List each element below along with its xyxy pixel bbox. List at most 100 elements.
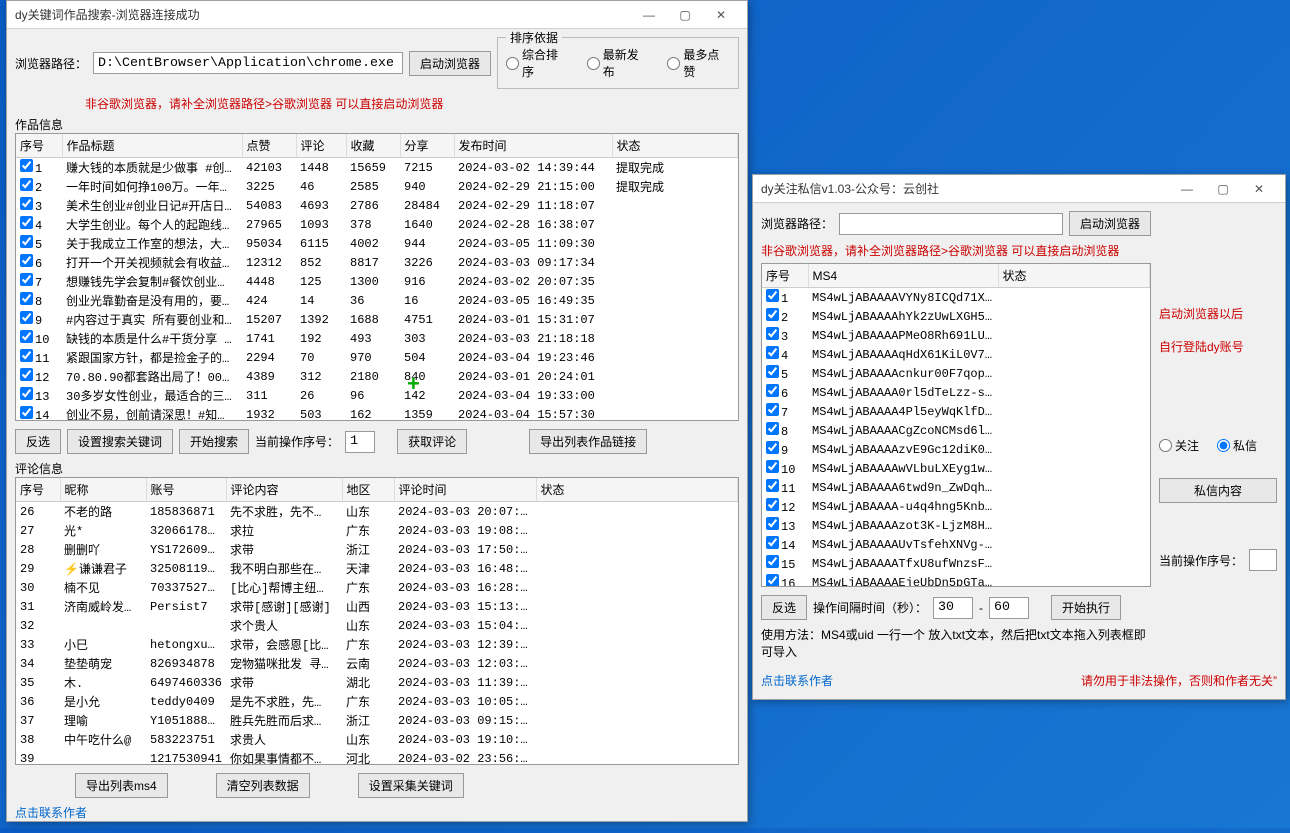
interval-max-input[interactable] [989,597,1029,619]
row-checkbox[interactable] [20,235,33,248]
table-row[interactable]: 8MS4wLjABAAAACgZcoNCMsd6lm… [762,421,1150,440]
minimize-button[interactable]: — [631,3,667,27]
row-checkbox[interactable] [20,254,33,267]
launch-browser-button[interactable]: 启动浏览器 [1069,211,1151,236]
interval-min-input[interactable] [933,597,973,619]
table-row[interactable]: 4MS4wLjABAAAAqHdX61KiL0V7LE… [762,345,1150,364]
row-checkbox[interactable] [766,365,779,378]
sort-comprehensive[interactable]: 综合排序 [506,46,569,80]
table-row[interactable]: 33小巳hetongxu…求带，会感恩[比心]广东2024-03-03 12:3… [16,635,738,654]
row-checkbox[interactable] [20,311,33,324]
col-header[interactable]: 评论内容 [226,478,342,502]
row-checkbox[interactable] [766,346,779,359]
row-checkbox[interactable] [766,555,779,568]
col-header[interactable]: 地区 [342,478,394,502]
current-op-input[interactable] [1249,549,1277,571]
col-header[interactable]: 序号 [762,264,808,288]
table-row[interactable]: 9#内容过于真实 所有要创业和…152071392168847512024-03… [16,310,738,329]
export-links-button[interactable]: 导出列表作品链接 [529,429,647,454]
table-row[interactable]: 12MS4wLjABAAAA-u4q4hng5Knb2h… [762,497,1150,516]
table-row[interactable]: 2一年时间如何挣100万。一年…32254625859402024-02-29 … [16,177,738,196]
col-header[interactable]: 评论 [296,134,346,158]
table-row[interactable]: 8创业光靠勤奋是没有用的，要…4241436162024-03-05 16:49… [16,291,738,310]
col-header[interactable]: 状态 [998,264,1150,288]
table-row[interactable]: 13MS4wLjABAAAAzot3K-LjzM8H_P… [762,516,1150,535]
row-checkbox[interactable] [766,517,779,530]
col-header[interactable]: 昵称 [60,478,146,502]
row-checkbox[interactable] [766,403,779,416]
row-checkbox[interactable] [20,216,33,229]
table-row[interactable]: 1270.80.90都套路出局了！00后…438931221808402024-… [16,367,738,386]
sort-newest[interactable]: 最新发布 [587,46,650,80]
ms4-table[interactable]: 序号MS4状态 1MS4wLjABAAAAVYNy8ICQd71X-n…2MS4… [761,263,1151,587]
table-row[interactable]: 6打开一个开关视频就会有收益…12312852881732262024-03-0… [16,253,738,272]
col-header[interactable]: 评论时间 [394,478,536,502]
table-row[interactable]: 11MS4wLjABAAAA6twd9n_ZwDqhij… [762,478,1150,497]
row-checkbox[interactable] [20,387,33,400]
row-checkbox[interactable] [766,441,779,454]
table-row[interactable]: 14创业不易，创前请深思！#知…193250316213592024-03-04… [16,405,738,421]
launch-browser-button[interactable]: 启动浏览器 [409,51,491,76]
col-header[interactable]: 发布时间 [454,134,612,158]
comments-table[interactable]: 序号昵称账号评论内容地区评论时间状态 26不老的路185836871先不求胜，先… [15,477,739,765]
col-header[interactable]: 状态 [612,134,738,158]
table-row[interactable]: 1赚大钱的本质就是少做事 #创…4210314481565972152024-0… [16,158,738,178]
table-row[interactable]: 4大学生创业。每个人的起跑线…27965109337816402024-02-2… [16,215,738,234]
set-collect-keyword-button[interactable]: 设置采集关键词 [358,773,464,798]
contact-author-link[interactable]: 点击联系作者 [15,804,739,821]
row-checkbox[interactable] [766,460,779,473]
table-row[interactable]: 15MS4wLjABAAAATfxU8ufWnzsFbe… [762,554,1150,573]
browser-path-input[interactable] [839,213,1063,235]
table-row[interactable]: 27光*32066178464求拉广东2024-03-03 19:08:30 [16,521,738,540]
table-row[interactable]: 10缺钱的本质是什么#干货分享 …17411924933032024-03-03… [16,329,738,348]
dm-content-button[interactable]: 私信内容 [1159,478,1277,503]
table-row[interactable]: 36是小允teddy0409是先不求胜，先…广东2024-03-03 10:05… [16,692,738,711]
col-header[interactable]: 点赞 [242,134,296,158]
row-checkbox[interactable] [766,479,779,492]
table-row[interactable]: 391217530941你如果事情都不…河北2024-03-02 23:56:2… [16,749,738,765]
table-row[interactable]: 3美术生创业#创业日记#开店日…5408346932786284842024-0… [16,196,738,215]
table-row[interactable]: 37理喻Y1051888327胜兵先胜而后求…浙江2024-03-03 09:1… [16,711,738,730]
table-row[interactable]: 9MS4wLjABAAAAzvE9Gc12diK00x… [762,440,1150,459]
col-header[interactable]: 分享 [400,134,454,158]
row-checkbox[interactable] [20,273,33,286]
table-row[interactable]: 38中午吃什么@583223751求贵人山东2024-03-03 19:10:0… [16,730,738,749]
col-header[interactable]: 状态 [536,478,738,502]
minimize-button[interactable]: — [1169,177,1205,201]
row-checkbox[interactable] [766,308,779,321]
row-checkbox[interactable] [766,289,779,302]
table-row[interactable]: 14MS4wLjABAAAAUvTsfehXNVg-7Z… [762,535,1150,554]
table-row[interactable]: 11紧跟国家方针，都是捡金子的…2294709705042024-03-04 1… [16,348,738,367]
option-dm[interactable]: 私信 [1217,437,1257,454]
table-row[interactable]: 26不老的路185836871先不求胜，先不…山东2024-03-03 20:0… [16,502,738,522]
table-row[interactable]: 10MS4wLjABAAAAwVLbuLXEyg1w-x… [762,459,1150,478]
table-row[interactable]: 6MS4wLjABAAAA0rl5dTeLzz-sey… [762,383,1150,402]
row-checkbox[interactable] [20,292,33,305]
table-row[interactable]: 2MS4wLjABAAAAhYk2zUwLXGH5BV… [762,307,1150,326]
table-row[interactable]: 29⚡谦谦君子32508119675我不明白那些在…天津2024-03-03 1… [16,559,738,578]
col-header[interactable]: 账号 [146,478,226,502]
table-row[interactable]: 5MS4wLjABAAAAcnkur00F7qopeq… [762,364,1150,383]
contact-author-link[interactable]: 点击联系作者 [761,672,833,689]
table-row[interactable]: 28删删吖YS172609…求带浙江2024-03-03 17:50:20 [16,540,738,559]
start-search-button[interactable]: 开始搜索 [179,429,249,454]
col-header[interactable]: MS4 [808,264,998,288]
col-header[interactable]: 序号 [16,478,60,502]
table-row[interactable]: 7MS4wLjABAAAA4Pl5eyWqKlfDQM… [762,402,1150,421]
maximize-button[interactable]: ▢ [667,3,703,27]
row-checkbox[interactable] [766,422,779,435]
table-row[interactable]: 1MS4wLjABAAAAVYNy8ICQd71X-n… [762,288,1150,308]
browser-path-input[interactable] [93,52,403,74]
export-ms4-button[interactable]: 导出列表ms4 [75,773,168,798]
table-row[interactable]: 16MS4wLjABAAAAEjeUbDn5pGTaTX… [762,573,1150,587]
row-checkbox[interactable] [20,330,33,343]
row-checkbox[interactable] [766,498,779,511]
option-follow[interactable]: 关注 [1159,437,1199,454]
table-row[interactable]: 1330多岁女性创业，最适合的三…31126961422024-03-04 19… [16,386,738,405]
col-header[interactable]: 作品标题 [62,134,242,158]
row-checkbox[interactable] [20,349,33,362]
maximize-button[interactable]: ▢ [1205,177,1241,201]
row-checkbox[interactable] [766,384,779,397]
table-row[interactable]: 31济南威岭发…Persist7求带[感谢][感谢]山西2024-03-03 1… [16,597,738,616]
table-row[interactable]: 3MS4wLjABAAAAPMeO8Rh691LUnd… [762,326,1150,345]
